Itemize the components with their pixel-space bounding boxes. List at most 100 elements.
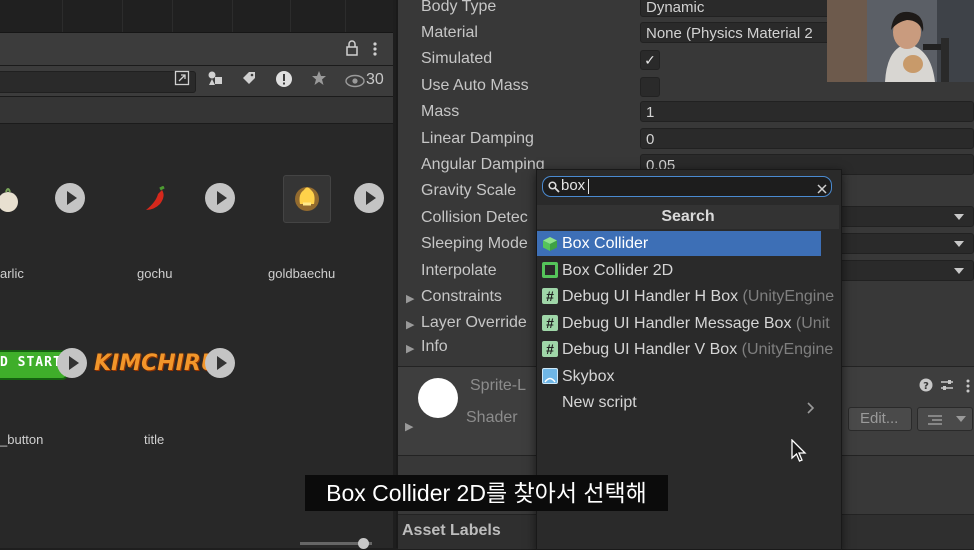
- material-value: None (Physics Material 2: [646, 25, 813, 42]
- foldout-layer-overrides[interactable]: Layer Override: [421, 314, 527, 332]
- foldout-arrow-icon[interactable]: ▶: [405, 420, 413, 433]
- asset-thumb-title[interactable]: KIMCHIRU: [94, 350, 219, 378]
- play-preview-button[interactable]: [55, 183, 85, 213]
- component-item-debug-ui-handler-v-box[interactable]: # Debug UI Handler V Box (UnityEngine: [537, 337, 839, 362]
- item-label: Debug UI Handler H Box: [562, 288, 739, 305]
- shader-label: Shader: [466, 409, 518, 426]
- component-search-input[interactable]: box: [542, 176, 832, 197]
- asset-label: goldbaechu: [268, 266, 336, 281]
- linear-damping-value: 0: [646, 131, 655, 148]
- component-item-box-collider[interactable]: Box Collider: [537, 231, 821, 256]
- zoom-slider-handle[interactable]: [358, 538, 369, 549]
- linear-damping-field[interactable]: 0: [640, 128, 974, 149]
- more-options-icon[interactable]: [372, 41, 378, 57]
- play-preview-button[interactable]: [57, 348, 87, 378]
- property-label: Angular Damping: [421, 156, 545, 173]
- asset-preview-text: D START: [0, 355, 62, 370]
- component-item-debug-ui-handler-h-box[interactable]: # Debug UI Handler H Box (UnityEngine: [537, 284, 839, 309]
- search-icon: [548, 180, 560, 193]
- mass-field[interactable]: 1: [640, 101, 974, 122]
- asset-preview-text: KIMCHIRU: [94, 351, 219, 376]
- search-value: box: [561, 177, 586, 194]
- project-search-input[interactable]: [0, 71, 196, 93]
- property-label: Interpolate: [421, 262, 497, 279]
- video-subtitle: Box Collider 2D를 찾아서 선택해: [305, 475, 668, 511]
- item-label: Skybox: [562, 368, 615, 385]
- filter-by-type-icon[interactable]: [203, 70, 227, 92]
- webcam-overlay: [827, 0, 974, 82]
- cube-icon: [542, 235, 558, 251]
- material-name: Sprite-L: [470, 377, 527, 394]
- foldout-constraints[interactable]: Constraints: [421, 288, 502, 306]
- asset-thumb-garlic[interactable]: [0, 182, 22, 216]
- foldout-arrow-icon[interactable]: ▶: [406, 342, 414, 355]
- item-label: New script: [562, 394, 637, 411]
- skybox-icon: [542, 368, 558, 384]
- property-label: Use Auto Mass: [421, 77, 529, 94]
- item-label: Debug UI Handler V Box: [562, 341, 738, 358]
- property-label: Material: [421, 24, 478, 41]
- preset-icon[interactable]: [940, 378, 954, 392]
- project-tab-row: [0, 33, 393, 66]
- clear-search-icon[interactable]: [817, 181, 827, 194]
- asset-label: title: [144, 432, 165, 447]
- open-window-icon[interactable]: [170, 70, 194, 92]
- help-icon[interactable]: ?: [919, 378, 933, 392]
- property-label: Collision Detec: [421, 209, 528, 226]
- popup-header: Search: [537, 205, 839, 229]
- foldout-arrow-icon[interactable]: ▶: [406, 318, 414, 331]
- property-label: Gravity Scale: [421, 182, 517, 199]
- item-label: Box Collider: [562, 235, 649, 252]
- property-label: Simulated: [421, 50, 493, 67]
- chevron-down-icon: [954, 268, 964, 274]
- script-icon: #: [542, 315, 558, 331]
- component-item-debug-ui-handler-message-box[interactable]: # Debug UI Handler Message Box (Unit: [537, 311, 839, 336]
- shader-list-button[interactable]: [917, 407, 973, 431]
- favorite-star-icon[interactable]: [307, 70, 331, 92]
- asset-label: _button: [0, 432, 44, 447]
- script-icon: #: [542, 288, 558, 304]
- property-label: Body Type: [421, 0, 497, 15]
- asset-thumb-goldbaechu[interactable]: [283, 175, 331, 223]
- component-item-skybox[interactable]: Skybox: [537, 364, 821, 389]
- use-auto-mass-checkbox[interactable]: [640, 77, 660, 97]
- asset-label: arlic: [0, 266, 24, 281]
- play-preview-button[interactable]: [354, 183, 384, 213]
- text-cursor: [588, 179, 589, 194]
- foldout-info[interactable]: Info: [421, 338, 448, 356]
- simulated-checkbox[interactable]: ✓: [640, 50, 660, 70]
- square-collider-icon: [542, 262, 558, 278]
- shader-edit-button[interactable]: Edit...: [848, 407, 912, 431]
- lock-icon[interactable]: [345, 40, 359, 56]
- property-label: Linear Damping: [421, 130, 534, 147]
- warning-filter-icon[interactable]: [272, 70, 296, 92]
- play-preview-button[interactable]: [205, 348, 235, 378]
- asset-label: gochu: [137, 266, 173, 281]
- component-item-box-collider-2d[interactable]: Box Collider 2D: [537, 258, 821, 283]
- filter-by-label-icon[interactable]: [237, 70, 261, 92]
- chevron-down-icon: [954, 214, 964, 220]
- property-label: Sleeping Mode: [421, 235, 528, 252]
- property-label: Mass: [421, 103, 460, 120]
- mouse-cursor-icon: [791, 438, 807, 463]
- zoom-slider[interactable]: [300, 538, 372, 549]
- foldout-arrow-icon[interactable]: ▶: [406, 292, 414, 305]
- breadcrumb-bar: [0, 97, 393, 124]
- more-options-icon[interactable]: [965, 378, 971, 394]
- material-preview-sphere: [418, 378, 458, 418]
- list-icon: [928, 413, 942, 425]
- edit-button-label: Edit...: [860, 410, 899, 427]
- svg-text:?: ?: [923, 381, 929, 392]
- asset-thumb-gochu[interactable]: [140, 185, 170, 214]
- body-type-value: Dynamic: [646, 0, 705, 16]
- item-label: Box Collider 2D: [562, 262, 674, 279]
- project-panel: 30 arlic gochu goldbaechu D START KIMCHI…: [0, 0, 393, 549]
- item-namespace: (UnityEngine: [741, 341, 834, 358]
- new-script-item[interactable]: New script: [537, 390, 827, 415]
- chevron-right-icon: [807, 397, 815, 414]
- item-label: Debug UI Handler Message Box: [562, 315, 792, 332]
- scene-toolbar-strip: [0, 0, 393, 33]
- item-namespace: (UnityEngine: [742, 288, 835, 305]
- play-preview-button[interactable]: [205, 183, 235, 213]
- visible-count-badge: 30: [366, 71, 384, 88]
